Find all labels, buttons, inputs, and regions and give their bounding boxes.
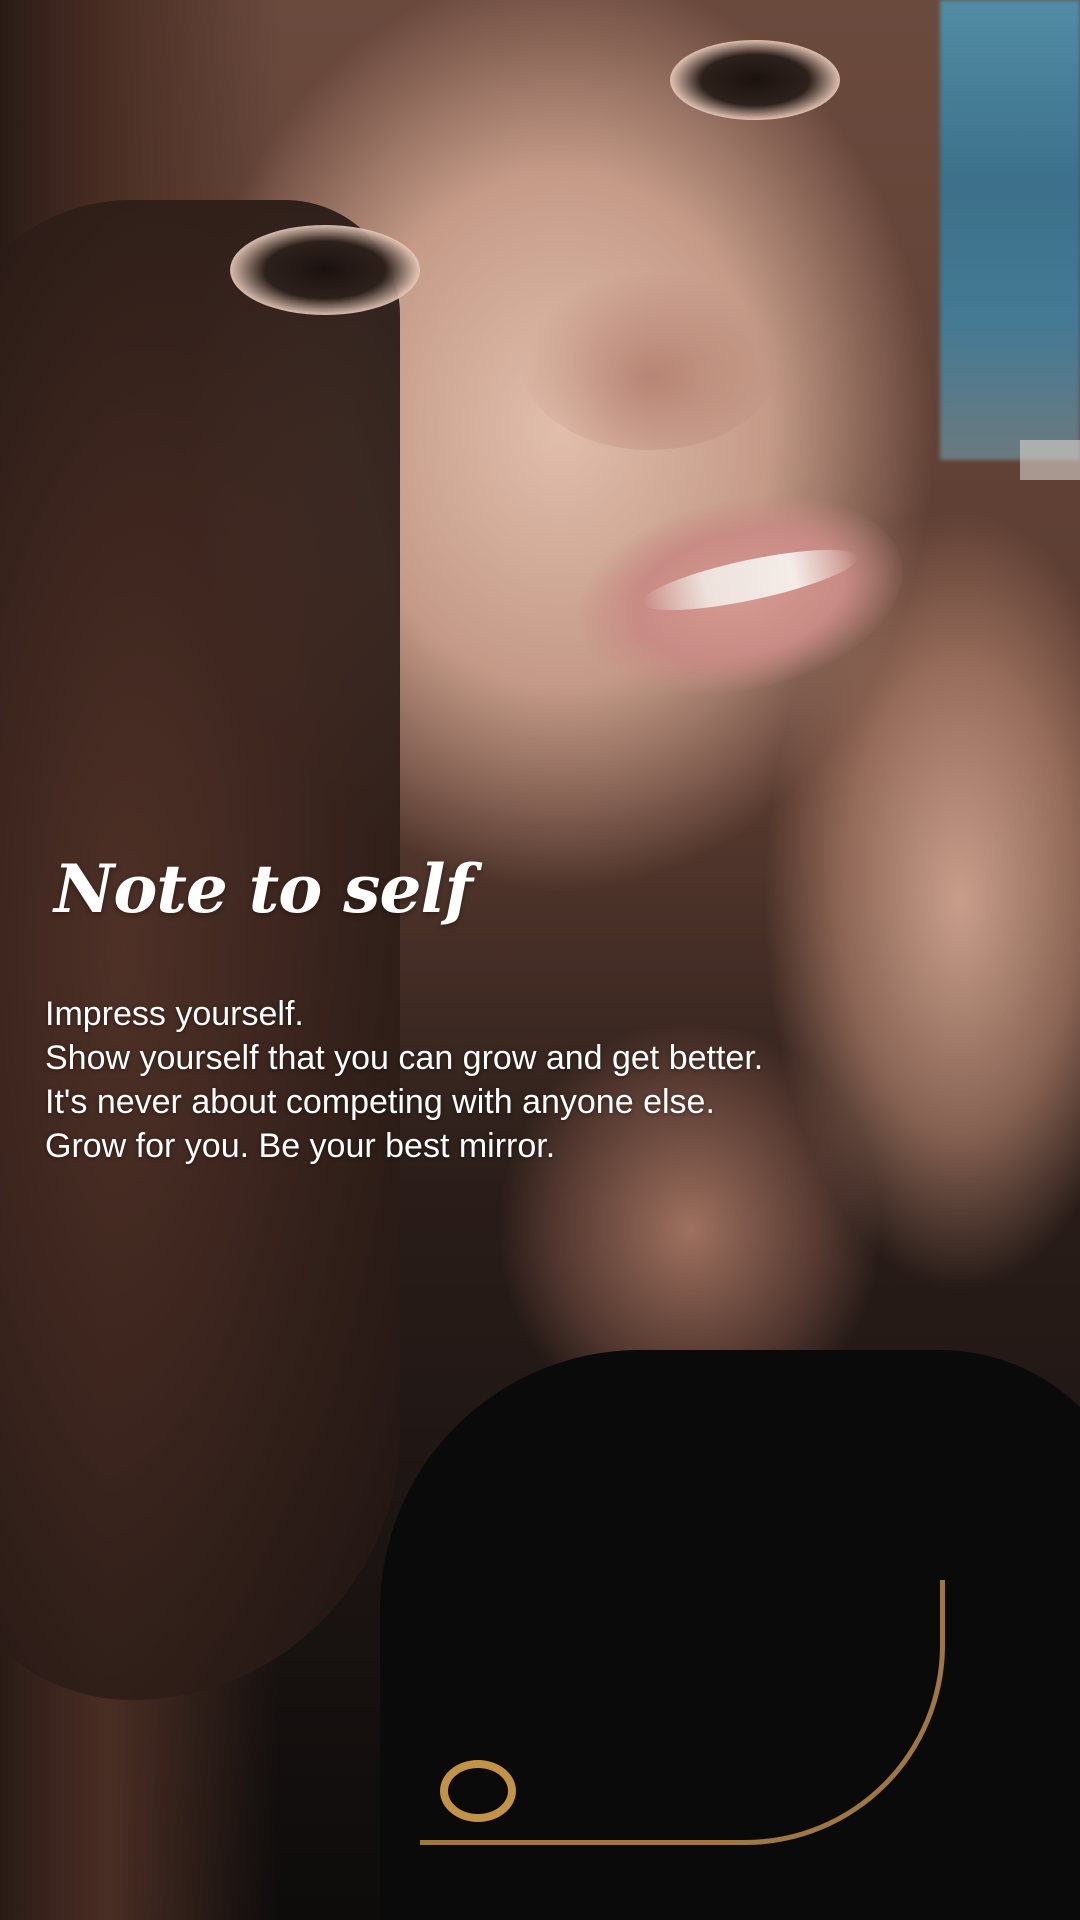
necklace-pendant bbox=[440, 1760, 516, 1822]
hair bbox=[0, 200, 400, 1700]
caption-body: Impress yourself. Show yourself that you… bbox=[45, 992, 763, 1168]
caption-line: It's never about competing with anyone e… bbox=[45, 1083, 715, 1121]
caption-line: Grow for you. Be your best mirror. bbox=[45, 1127, 556, 1165]
caption-line: Show yourself that you can grow and get … bbox=[45, 1039, 764, 1077]
nose bbox=[520, 270, 780, 450]
caption-line: Impress yourself. bbox=[45, 995, 304, 1033]
right-eye bbox=[670, 40, 840, 120]
background-shelf-base bbox=[1020, 440, 1080, 480]
background-shelf bbox=[940, 0, 1080, 460]
video-frame[interactable]: Note to self Impress yourself. Show your… bbox=[0, 0, 1080, 1920]
left-eye bbox=[230, 225, 420, 315]
caption-title: Note to self bbox=[54, 850, 473, 928]
